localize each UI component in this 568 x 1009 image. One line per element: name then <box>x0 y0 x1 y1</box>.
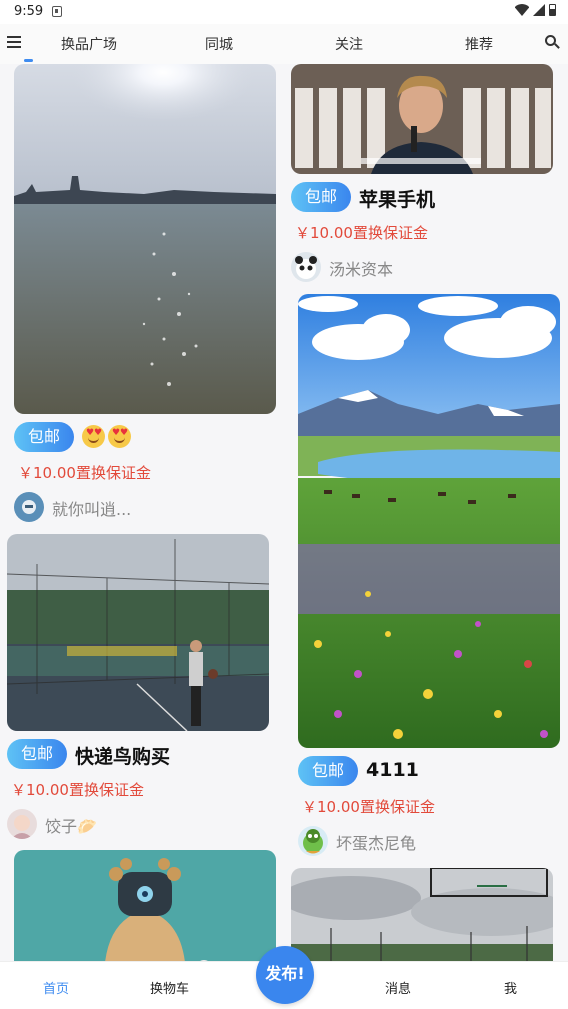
item-title: 快递鸟购买 <box>75 746 171 768</box>
heart-eyes-emoji-icon <box>108 425 131 448</box>
wifi-icon <box>515 4 529 16</box>
feed: 包邮 ￥10.00置换保证金 就你叫逍... <box>0 64 568 961</box>
nav-home[interactable]: 首页 <box>43 978 69 997</box>
avatar[interactable] <box>291 252 321 282</box>
active-tab-indicator <box>24 59 33 62</box>
username: 饺子🥟 <box>45 817 97 836</box>
free-shipping-badge: 包邮 <box>298 756 358 786</box>
search-icon[interactable] <box>545 35 560 49</box>
avatar[interactable] <box>14 492 44 522</box>
tab-following[interactable]: 关注 <box>335 34 363 54</box>
free-shipping-badge: 包邮 <box>14 422 74 452</box>
free-shipping-badge: 包邮 <box>291 182 351 212</box>
nav-messages[interactable]: 消息 <box>385 978 411 997</box>
status-time: 9:59 <box>14 4 44 19</box>
item-photo[interactable] <box>14 64 276 414</box>
item-info: 包邮 苹果手机 ￥10.00置换保证金 汤米资本 <box>291 182 553 282</box>
item-photo[interactable] <box>291 64 553 174</box>
battery-icon <box>549 4 556 16</box>
nav-me[interactable]: 我 <box>504 978 517 997</box>
notification-icon <box>52 6 62 17</box>
item-photo[interactable] <box>291 868 553 961</box>
item-price: ￥10.00置换保证金 <box>18 464 151 482</box>
tab-recommended[interactable]: 推荐 <box>465 34 493 54</box>
item-price: ￥10.00置换保证金 <box>11 781 144 799</box>
nav-swap-cart[interactable]: 换物车 <box>150 978 189 997</box>
avatar[interactable] <box>298 826 328 856</box>
item-title <box>82 425 134 448</box>
system-icons <box>515 4 556 16</box>
item-title: 苹果手机 <box>359 189 436 211</box>
item-photo[interactable] <box>14 850 276 961</box>
username: 坏蛋杰尼龟 <box>336 834 417 853</box>
publish-button[interactable]: 发布! <box>256 946 314 1004</box>
item-price: ￥10.00置换保证金 <box>295 224 428 242</box>
top-nav: 换品广场 同城 关注 推荐 <box>0 24 568 64</box>
avatar[interactable] <box>7 809 37 839</box>
app-screen: 9:59 换品广场 同城 关注 推荐 包邮 ♥ ♥♥ ♥ ￥10.00置换保证金… <box>0 0 568 1009</box>
username: 汤米资本 <box>329 260 394 279</box>
username: 就你叫逍... <box>52 500 132 519</box>
menu-icon[interactable] <box>7 36 21 48</box>
item-info: 包邮 4111 ￥10.00置换保证金 坏蛋杰尼龟 <box>298 756 560 856</box>
tab-same-city[interactable]: 同城 <box>205 34 233 54</box>
tab-swap-square[interactable]: 换品广场 <box>61 34 117 54</box>
item-photo[interactable] <box>7 534 269 731</box>
item-price: ￥10.00置换保证金 <box>302 798 435 816</box>
signal-icon <box>533 4 545 16</box>
heart-eyes-emoji-icon <box>82 425 105 448</box>
item-title: 4111 <box>366 759 419 781</box>
free-shipping-badge: 包邮 <box>7 739 67 769</box>
item-info: 包邮 ￥10.00置换保证金 就你叫逍... <box>14 422 276 522</box>
item-photo[interactable] <box>298 294 560 748</box>
status-bar: 9:59 <box>0 0 568 24</box>
item-info: 包邮 快递鸟购买 ￥10.00置换保证金 饺子🥟 <box>7 739 269 839</box>
